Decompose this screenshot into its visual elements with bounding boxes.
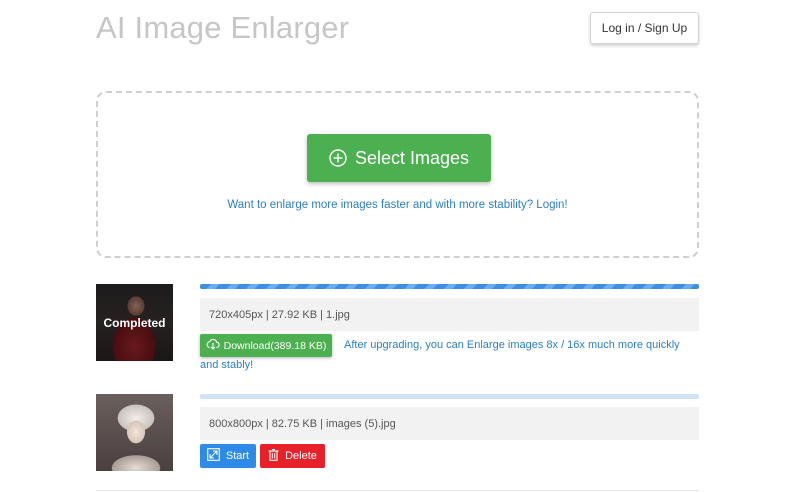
file-row: 800x800px | 82.75 KB | images (5).jpg St…	[96, 394, 699, 474]
login-signup-button[interactable]: Log in / Sign Up	[590, 12, 699, 44]
login-upsell-link[interactable]: Want to enlarge more images faster and w…	[98, 199, 697, 211]
file-info: 720x405px | 27.92 KB | 1.jpg	[200, 298, 699, 331]
list-divider	[96, 490, 699, 491]
image-thumbnail: Completed	[96, 284, 173, 361]
delete-label: Delete	[285, 450, 317, 462]
image-thumbnail	[96, 394, 173, 471]
plus-circle-icon	[329, 149, 347, 167]
status-overlay: Completed	[96, 284, 173, 361]
expand-icon	[207, 448, 220, 464]
page-title: AI Image Enlarger	[96, 10, 350, 45]
progress-bar	[200, 284, 699, 289]
trash-icon	[268, 448, 279, 464]
file-row: Completed 720x405px | 27.92 KB | 1.jpg D…	[96, 284, 699, 384]
delete-button[interactable]: Delete	[260, 444, 325, 468]
file-info: 800x800px | 82.75 KB | images (5).jpg	[200, 407, 699, 440]
start-button[interactable]: Start	[200, 444, 256, 468]
upload-dropzone[interactable]: Select Images Want to enlarge more image…	[96, 91, 699, 258]
progress-bar	[200, 394, 699, 399]
select-images-label: Select Images	[354, 147, 470, 168]
start-label: Start	[225, 450, 250, 462]
upgrade-note: After upgrading, you can Enlarge images …	[200, 339, 680, 371]
select-images-button[interactable]: Select Images	[307, 134, 491, 182]
